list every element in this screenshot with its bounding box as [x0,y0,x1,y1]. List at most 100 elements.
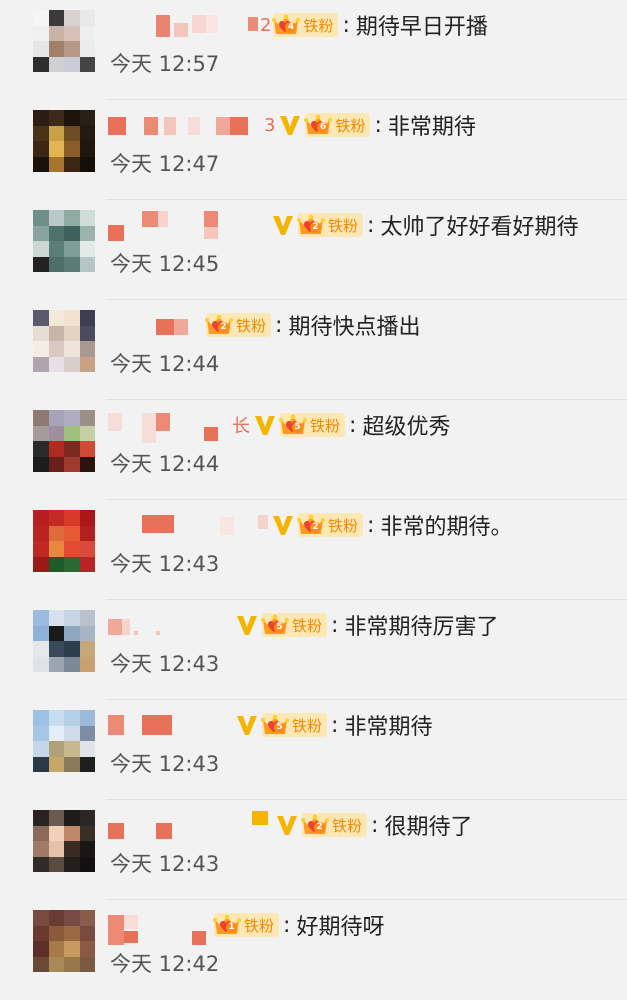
timestamp: 今天 12:43 [110,752,220,776]
username[interactable] [108,911,212,945]
username[interactable] [108,311,204,339]
username[interactable] [108,211,268,241]
colon: : [367,512,375,538]
fan-level: 1 [226,922,237,933]
fan-level: 2 [314,822,325,833]
crown-icon: 4 [272,13,303,37]
comment-item[interactable]: 2 铁粉 : 期待快点播出 今天 12:44 [0,300,627,400]
fan-badge[interactable]: 5 铁粉 [279,413,346,437]
colon: : [371,812,379,838]
avatar[interactable] [33,510,95,572]
username[interactable] [108,711,232,739]
colon: : [349,412,357,438]
comment-text: 好期待呀 [296,915,385,940]
timestamp: 今天 12:44 [110,352,220,376]
verified-v-icon [270,512,296,538]
comment-item[interactable]: 1 铁粉 : 好期待呀 今天 12:42 [0,900,627,1000]
comment-item[interactable]: 5 铁粉 : 非常期待厉害了 今天 12:43 [0,600,627,700]
avatar[interactable] [33,710,95,772]
fan-badge-label: 铁粉 [292,616,323,635]
username[interactable] [108,811,272,839]
crown-icon: 5 [261,613,292,637]
comment-text: 非常的期待。 [380,515,513,540]
fan-badge[interactable]: 4 铁粉 [272,13,339,37]
avatar[interactable] [33,10,95,72]
colon: : [367,212,375,238]
comment-list: 2 4 铁粉 : 期待早日开播 今天 12:57 3 6 铁粉: 非常期待 今… [0,0,627,1000]
comment-item[interactable]: 长 5 铁粉 : 超级优秀 今天 12:44 [0,400,627,500]
colon: : [331,612,339,638]
crown-icon: 2 [297,513,328,537]
colon: : [275,312,283,338]
colon: : [283,912,291,938]
crown-icon: 2 [205,313,236,337]
timestamp: 今天 12:43 [110,852,220,876]
timestamp: 今天 12:47 [110,152,220,176]
username-tail: 2 [260,14,272,36]
fan-badge-label: 铁粉 [244,916,275,935]
avatar[interactable] [33,210,95,272]
crown-icon: 2 [297,213,328,237]
comment-text: 很期待了 [384,815,473,840]
avatar[interactable] [33,310,95,372]
timestamp: 今天 12:45 [110,252,220,276]
fan-badge[interactable]: 1 铁粉 [213,913,280,937]
comment-text: 非常期待厉害了 [344,615,499,640]
username-tail: 长 [232,416,250,437]
comment-text: 期待早日开播 [355,15,488,40]
verified-v-icon [270,212,296,238]
avatar[interactable] [33,610,95,672]
username[interactable] [108,11,258,39]
crown-icon: 1 [213,913,244,937]
username[interactable] [108,611,232,639]
fan-badge[interactable]: 5 铁粉 [261,713,328,737]
comment-text: 太帅了好好看好期待 [380,215,579,240]
crown-icon: 5 [261,713,292,737]
crown-icon: 2 [301,813,332,837]
comment-item[interactable]: 2 铁粉 : 很期待了 今天 12:43 [0,800,627,900]
timestamp: 今天 12:44 [110,452,220,476]
comment-item[interactable]: 2 铁粉 : 非常的期待。 今天 12:43 [0,500,627,600]
fan-badge-label: 铁粉 [303,16,334,35]
verified-v-icon [252,412,278,438]
timestamp: 今天 12:43 [110,652,220,676]
fan-badge[interactable]: 2 铁粉 [297,213,364,237]
avatar[interactable] [33,410,95,472]
fan-badge-label: 铁粉 [328,516,359,535]
comment-item[interactable]: 3 6 铁粉 : 非常期待 今天 12:47 [0,100,627,200]
fan-badge-label: 铁粉 [310,416,341,435]
fan-level: 2 [310,522,321,533]
fan-level: 5 [292,422,303,433]
verified-v-icon [234,612,260,638]
username[interactable] [108,511,268,539]
fan-badge-label: 铁粉 [236,316,267,335]
timestamp: 今天 12:42 [110,952,220,976]
comment-item[interactable]: 2 铁粉 : 太帅了好好看好期待 今天 12:45 [0,200,627,300]
fan-badge-label: 铁粉 [292,716,323,735]
verified-v-icon [234,712,260,738]
comment-item[interactable]: 5 铁粉 : 非常期待 今天 12:43 [0,700,627,800]
username[interactable] [108,111,264,139]
username-tail: 3 [264,114,276,136]
fan-level: 5 [274,722,285,733]
fan-badge[interactable]: 2 铁粉 [301,813,368,837]
avatar[interactable] [33,110,95,172]
fan-badge[interactable]: 6 铁粉 [304,113,371,137]
colon: : [342,12,350,38]
crown-icon: 6 [304,113,335,137]
fan-level: 2 [218,322,229,333]
fan-level: 2 [310,222,321,233]
comment-text: 超级优秀 [362,415,451,440]
fan-badge-label: 铁粉 [335,116,366,135]
comment-text: 非常期待 [387,115,476,140]
fan-badge[interactable]: 5 铁粉 [261,613,328,637]
verified-v-icon [274,812,300,838]
verified-v-icon [277,112,303,138]
username[interactable] [108,411,232,443]
fan-badge[interactable]: 2 铁粉 [205,313,272,337]
comment-item[interactable]: 2 4 铁粉 : 期待早日开播 今天 12:57 [0,0,627,100]
fan-badge[interactable]: 2 铁粉 [297,513,364,537]
avatar[interactable] [33,810,95,872]
timestamp: 今天 12:43 [110,552,220,576]
avatar[interactable] [33,910,95,972]
